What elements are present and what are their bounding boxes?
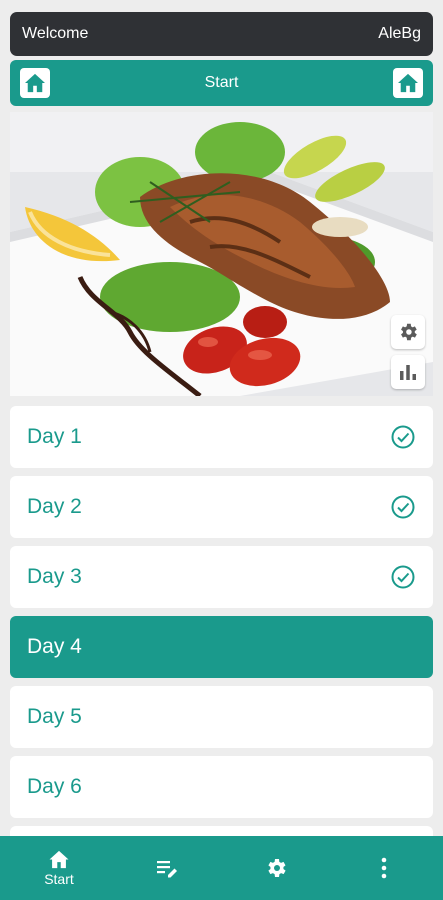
settings-button[interactable] [391, 315, 425, 349]
day-item-3[interactable]: Day 3 [10, 546, 433, 608]
more-vertical-icon [381, 857, 387, 879]
username[interactable]: AleBg [378, 25, 421, 43]
bottom-navigation: Start [0, 836, 443, 900]
home-icon [398, 73, 418, 93]
nav-more[interactable] [344, 836, 424, 900]
day-item-7[interactable] [10, 826, 433, 836]
day-item-6[interactable]: Day 6 [10, 756, 433, 818]
day-label: Day 3 [27, 565, 82, 588]
nav-home-label: Start [44, 870, 74, 887]
day-list: Day 1 Day 2 Day 3 Day 4 Day 5 Day 6 [10, 406, 433, 836]
top-header: Welcome AleBg [10, 12, 433, 56]
hero-food-image [10, 112, 433, 396]
day-label: Day 5 [27, 705, 82, 728]
day-item-1[interactable]: Day 1 [10, 406, 433, 468]
edit-list-icon [157, 861, 177, 878]
home-button-right[interactable] [393, 68, 423, 98]
check-circle-icon [391, 495, 415, 519]
nav-settings[interactable] [236, 836, 316, 900]
day-label: Day 4 [27, 635, 82, 658]
salmon-dish-illustration [10, 112, 433, 396]
day-label: Day 2 [27, 495, 82, 518]
home-icon [25, 73, 45, 93]
day-item-2[interactable]: Day 2 [10, 476, 433, 538]
day-label: Day 6 [27, 775, 82, 798]
home-button-left[interactable] [20, 68, 50, 98]
nav-home[interactable]: Start [19, 836, 99, 900]
bar-chart-icon [400, 365, 416, 380]
gear-icon [401, 323, 417, 341]
gear-icon [268, 859, 286, 877]
sub-header: Start [10, 60, 433, 106]
welcome-text: Welcome [22, 25, 89, 42]
statistics-button[interactable] [391, 355, 425, 389]
day-item-4[interactable]: Day 4 [10, 616, 433, 678]
day-label: Day 1 [27, 425, 82, 448]
check-circle-icon [391, 425, 415, 449]
day-item-5[interactable]: Day 5 [10, 686, 433, 748]
home-icon [49, 850, 69, 868]
nav-edit[interactable] [127, 836, 207, 900]
check-circle-icon [391, 565, 415, 589]
page-title: Start [204, 74, 239, 91]
